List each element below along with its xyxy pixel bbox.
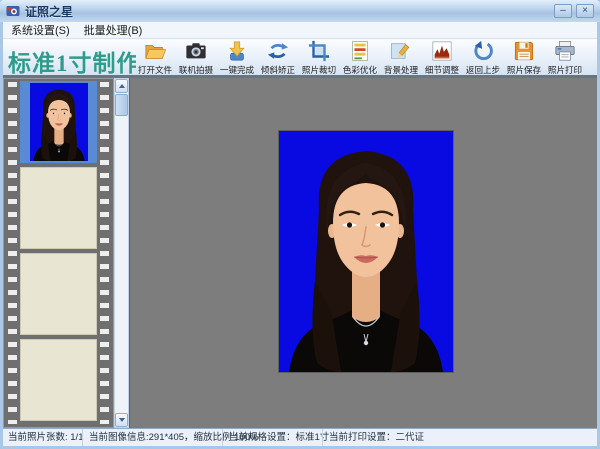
filmstrip-thumbnail-selected[interactable] — [20, 81, 97, 163]
status-bar: 当前照片张数: 1/1 当前图像信息:291*405，缩放比例 100% 当前规… — [3, 428, 597, 446]
tilt-correct-label: 倾斜矫正 — [261, 63, 295, 75]
title-bar: 证照之星 – × — [0, 0, 600, 22]
menu-system-settings[interactable]: 系统设置(S) — [11, 22, 70, 38]
photo-canvas — [129, 78, 597, 428]
minimize-button[interactable]: – — [554, 4, 572, 18]
close-button[interactable]: × — [576, 4, 594, 18]
undo-button[interactable]: 返回上步 — [464, 40, 502, 76]
color-optimize-label: 色彩优化 — [343, 63, 377, 75]
print-button[interactable]: 照片打印 — [546, 40, 584, 76]
film-sprockets-right — [100, 82, 109, 424]
save-button[interactable]: 照片保存 — [505, 40, 543, 76]
undo-icon — [472, 40, 494, 62]
print-label: 照片打印 — [548, 63, 582, 75]
page-title: 标准1寸制作 — [3, 39, 136, 78]
filmstrip-empty-frame[interactable] — [20, 253, 97, 335]
crop-button[interactable]: 照片裁切 — [300, 40, 338, 76]
status-photo-count: 当前照片张数: 1/1 — [8, 429, 84, 446]
tilt-correct-button[interactable]: 倾斜矫正 — [259, 40, 297, 76]
crop-label: 照片裁切 — [302, 63, 336, 75]
tilt-correct-icon — [267, 40, 289, 62]
camera-icon — [185, 40, 207, 62]
photo-thumbnail — [30, 83, 88, 161]
window-title: 证照之星 — [25, 3, 73, 20]
background-process-button[interactable]: 背景处理 — [382, 40, 420, 76]
one-click-button[interactable]: 一键完成 — [218, 40, 256, 76]
detail-adjust-label: 细节调整 — [425, 63, 459, 75]
camera-capture-button[interactable]: 联机拍摄 — [177, 40, 215, 76]
filmstrip-panel — [3, 78, 114, 428]
filmstrip-scrollbar[interactable] — [114, 78, 129, 428]
detail-adjust-icon — [431, 40, 453, 62]
scroll-up-button[interactable] — [115, 79, 128, 93]
detail-adjust-button[interactable]: 细节调整 — [423, 40, 461, 76]
scroll-up-icon — [119, 84, 125, 88]
one-click-icon — [226, 40, 248, 62]
status-spec-setting: 当前规格设置：标准1寸 — [222, 429, 329, 446]
one-click-label: 一键完成 — [220, 63, 254, 75]
status-print-setting: 当前打印设置：二代证 — [322, 429, 424, 446]
background-process-label: 背景处理 — [384, 63, 418, 75]
crop-icon — [308, 40, 330, 62]
background-process-icon — [390, 40, 412, 62]
save-icon — [513, 40, 535, 62]
menu-batch-process[interactable]: 批量处理(B) — [84, 22, 143, 38]
save-label: 照片保存 — [507, 63, 541, 75]
print-icon — [554, 40, 576, 62]
scroll-down-icon — [119, 418, 125, 422]
menu-bar: 系统设置(S) 批量处理(B) — [3, 22, 597, 39]
open-file-label: 打开文件 — [138, 63, 172, 75]
scrollbar-thumb[interactable] — [115, 94, 128, 116]
filmstrip-empty-frame[interactable] — [20, 167, 97, 249]
color-optimize-button[interactable]: 色彩优化 — [341, 40, 379, 76]
toolbar: 标准1寸制作 打开文件 联机拍摄 一键完成 倾斜矫正 照片裁切 — [3, 39, 597, 78]
color-optimize-icon — [349, 40, 371, 62]
scroll-down-button[interactable] — [115, 413, 128, 427]
main-photo-view[interactable] — [279, 131, 453, 372]
open-file-icon — [144, 40, 166, 62]
app-window: 证照之星 – × 系统设置(S) 批量处理(B) 标准1寸制作 打开文件 联机拍… — [0, 0, 600, 449]
open-file-button[interactable]: 打开文件 — [136, 40, 174, 76]
app-icon — [6, 4, 20, 18]
film-sprockets-left — [8, 82, 17, 424]
camera-capture-label: 联机拍摄 — [179, 63, 213, 75]
undo-label: 返回上步 — [466, 63, 500, 75]
filmstrip-empty-frame[interactable] — [20, 339, 97, 421]
